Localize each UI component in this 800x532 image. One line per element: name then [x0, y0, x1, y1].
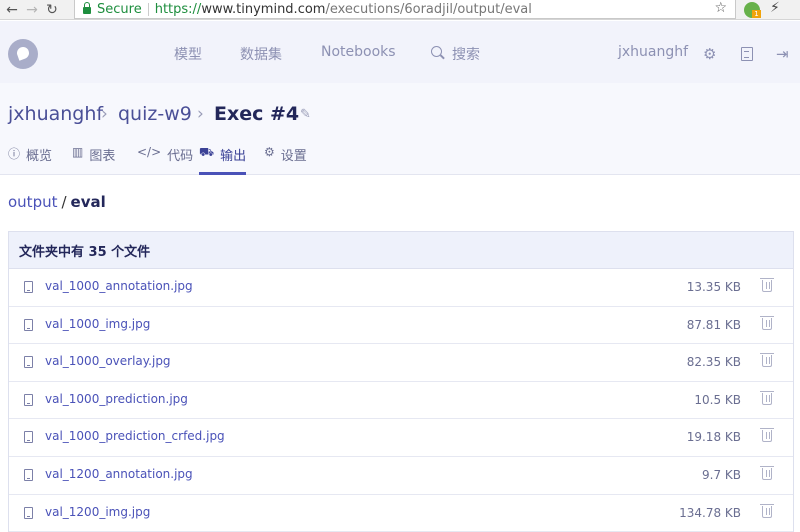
list-item: val_1000_annotation.jpg 13.35 KB	[9, 269, 793, 307]
tab-output[interactable]: ⛟ 输出	[199, 145, 247, 175]
nav-item-models[interactable]: 模型	[174, 44, 202, 64]
tab-label: 概览	[26, 149, 53, 164]
tab-overview[interactable]: ⓘ 概览	[8, 145, 52, 175]
trash-icon[interactable]	[760, 278, 774, 292]
browser-toolbar: ← → ↻ Secure https://www.tinymind.com/ex…	[0, 0, 800, 20]
path-current: eval	[70, 193, 106, 211]
file-icon	[24, 356, 33, 369]
tab-code[interactable]: </> 代码	[137, 145, 193, 175]
page-title: Exec #4	[214, 103, 300, 125]
file-size: 134.78 KB	[679, 505, 741, 520]
file-name-link[interactable]: val_1000_annotation.jpg	[45, 279, 193, 293]
file-icon	[24, 468, 33, 481]
url-path: /executions/6oradjil/output/eval	[325, 1, 532, 17]
folder-summary: 文件夹中有 35 个文件	[9, 232, 793, 269]
file-size: 13.35 KB	[686, 280, 741, 294]
path-parent-link[interactable]: output	[8, 193, 57, 211]
forward-arrow-icon[interactable]: →	[22, 0, 42, 20]
file-size: 82.35 KB	[686, 355, 741, 370]
code-icon: </>	[137, 145, 162, 159]
address-bar[interactable]: Secure https://www.tinymind.com/executio…	[74, 0, 736, 19]
trash-icon[interactable]	[760, 390, 774, 405]
chevron-right-icon: ›	[197, 104, 204, 124]
trash-icon[interactable]	[760, 503, 774, 518]
top-navigation: 模型 数据集 Notebooks 搜索 jxhuanghf ⚙ ⇥	[0, 21, 800, 83]
folder-path: output / eval	[8, 193, 106, 211]
list-item: val_1000_overlay.jpg 82.35 KB	[9, 344, 793, 382]
trash-icon[interactable]	[760, 353, 774, 368]
nav-item-notebooks[interactable]: Notebooks	[321, 44, 396, 60]
logo-icon[interactable]	[8, 39, 38, 69]
url-scheme: https://	[154, 1, 202, 17]
trash-icon[interactable]	[760, 315, 774, 330]
tab-label: 输出	[220, 149, 247, 164]
file-icon	[24, 281, 33, 293]
file-name-link[interactable]: val_1000_prediction.jpg	[45, 392, 188, 406]
file-size: 87.81 KB	[686, 317, 741, 332]
file-list: 文件夹中有 35 个文件 val_1000_annotation.jpg 13.…	[8, 231, 794, 532]
file-icon	[24, 431, 33, 444]
file-size: 9.7 KB	[702, 467, 741, 482]
file-icon	[24, 318, 33, 331]
bookmark-star-icon[interactable]: ☆	[714, 0, 727, 16]
trash-icon[interactable]	[760, 428, 774, 443]
breadcrumb-project[interactable]: quiz-w9	[118, 103, 192, 125]
file-size: 19.18 KB	[686, 430, 741, 445]
file-name-link[interactable]: val_1200_img.jpg	[45, 505, 150, 519]
search-icon[interactable]	[431, 46, 442, 57]
back-arrow-icon[interactable]: ←	[2, 0, 22, 20]
breadcrumb-user[interactable]: jxhuanghf	[8, 103, 103, 125]
extension-2-icon[interactable]: ⚡	[770, 0, 780, 16]
file-name-link[interactable]: val_1000_overlay.jpg	[45, 354, 171, 368]
chevron-right-icon: ›	[101, 104, 108, 124]
tab-charts[interactable]: ▥ 图表	[72, 145, 115, 175]
file-icon	[24, 506, 33, 519]
file-size: 10.5 KB	[694, 392, 741, 407]
info-icon: ⓘ	[8, 147, 21, 161]
tab-settings[interactable]: ⚙ 设置	[264, 145, 307, 175]
list-item: val_1000_prediction_crfed.jpg 19.18 KB	[9, 419, 793, 457]
gear-icon: ⚙	[264, 145, 275, 159]
list-item: val_1200_img.jpg 134.78 KB	[9, 494, 793, 532]
book-icon[interactable]	[741, 47, 753, 61]
execution-header: jxhuanghf › quiz-w9 › Exec #4 ✎ ⓘ 概览 ▥ 图表 …	[0, 83, 800, 175]
file-name-link[interactable]: val_1200_annotation.jpg	[45, 467, 193, 481]
list-item: val_1000_img.jpg 87.81 KB	[9, 306, 793, 345]
gear-icon[interactable]: ⚙	[703, 45, 716, 63]
url-host: www.tinymind.com	[201, 1, 326, 17]
url-divider	[147, 2, 149, 16]
path-separator: /	[61, 193, 67, 211]
chart-icon: ▥	[72, 145, 84, 159]
pencil-icon[interactable]: ✎	[300, 107, 311, 122]
file-name-link[interactable]: val_1000_prediction_crfed.jpg	[45, 429, 225, 443]
lock-icon	[83, 1, 91, 14]
extension-badge: 1	[752, 10, 761, 18]
nav-item-datasets[interactable]: 数据集	[240, 44, 282, 64]
list-item: val_1000_prediction.jpg 10.5 KB	[9, 381, 793, 420]
tab-label: 图表	[89, 149, 116, 164]
list-item: val_1200_annotation.jpg 9.7 KB	[9, 456, 793, 495]
truck-icon: ⛟	[199, 145, 215, 159]
tab-label: 代码	[167, 149, 194, 164]
username-link[interactable]: jxhuanghf	[618, 44, 688, 60]
logout-icon[interactable]: ⇥	[776, 45, 789, 63]
secure-label: Secure	[97, 1, 142, 17]
reload-icon[interactable]: ↻	[42, 0, 62, 20]
file-name-link[interactable]: val_1000_img.jpg	[45, 317, 150, 331]
nav-item-search[interactable]: 搜索	[452, 44, 480, 64]
trash-icon[interactable]	[760, 465, 774, 480]
file-icon	[24, 393, 33, 406]
tab-label: 设置	[280, 149, 307, 164]
